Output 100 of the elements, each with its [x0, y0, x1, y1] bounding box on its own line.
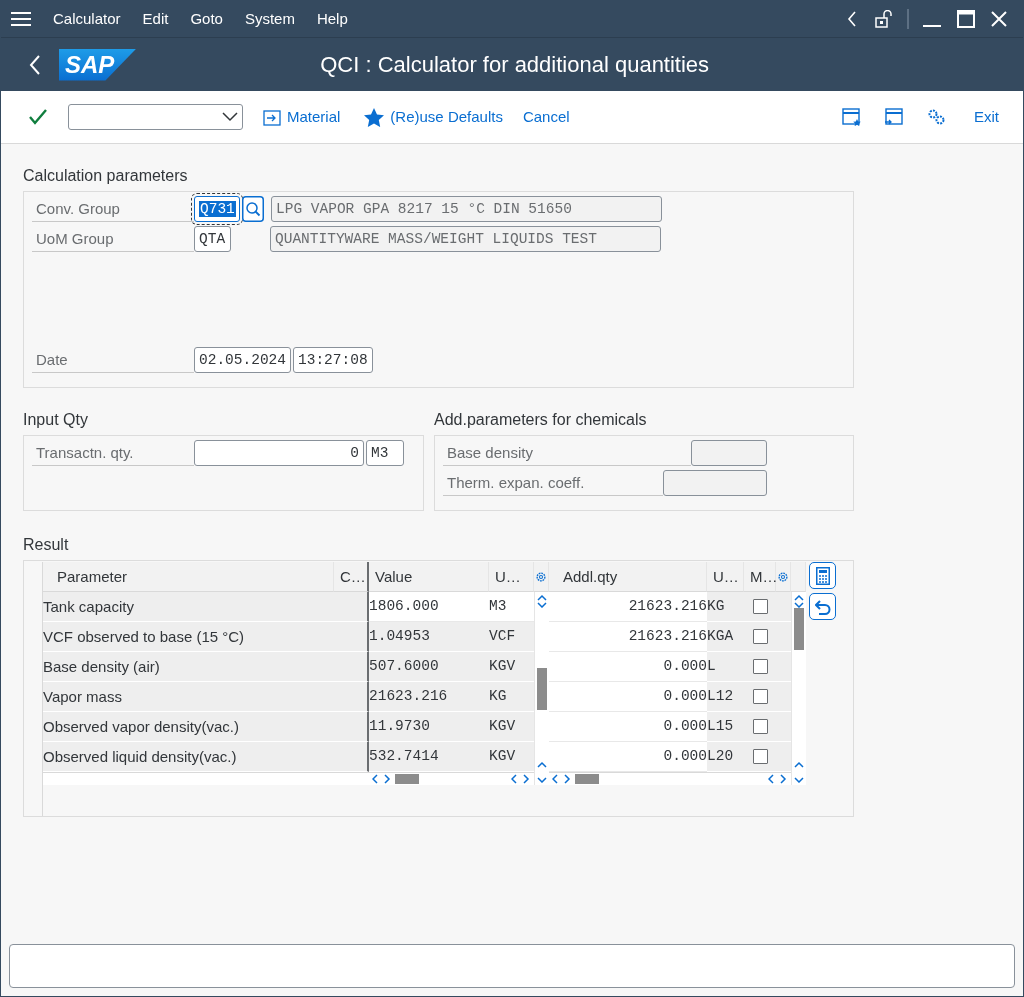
date-field[interactable]: 02.05.2024: [194, 347, 291, 373]
dropdown-icon[interactable]: [222, 112, 238, 122]
undo-icon: [814, 598, 831, 615]
maximize-icon[interactable]: [957, 10, 975, 28]
section-title: Input Qty: [23, 410, 89, 430]
menu-item[interactable]: Help: [316, 7, 348, 31]
settings-icon[interactable]: [926, 108, 946, 126]
table-cell: 507.6000: [369, 652, 489, 682]
column-header[interactable]: U…: [489, 562, 534, 592]
scroll-down-icon[interactable]: [537, 761, 547, 783]
check-icon[interactable]: [28, 108, 48, 126]
column-header[interactable]: C…: [334, 562, 369, 592]
table-cell[interactable]: 1806.000: [369, 592, 489, 622]
table-cell: Vapor mass: [43, 682, 334, 712]
divider-line: [907, 9, 909, 29]
column-header[interactable]: Addl.qty: [549, 562, 707, 592]
checkbox[interactable]: [752, 599, 768, 614]
column-header[interactable]: M…: [744, 562, 776, 592]
scroll-up-icon[interactable]: [794, 594, 804, 608]
scroll-up-icon[interactable]: [537, 594, 547, 608]
table-cell: KGV: [489, 742, 534, 772]
table-cell: 21623.216: [549, 592, 707, 622]
table-cell: KGV: [489, 712, 534, 742]
scrollbar-thumb[interactable]: [575, 774, 599, 784]
scroll-right-icon[interactable]: [768, 774, 788, 784]
star-icon: [364, 107, 385, 127]
table-cell: 532.7414: [369, 742, 489, 772]
description-field: QUANTITYWARE MASS/WEIGHT LIQUIDS TEST: [270, 226, 661, 252]
table-cell: VCF observed to base (15 °C): [43, 622, 334, 652]
table-cell: KG: [489, 682, 534, 712]
scroll-left-icon[interactable]: [372, 774, 392, 784]
input-field[interactable]: [691, 440, 767, 466]
command-field[interactable]: [68, 104, 243, 130]
scrollbar-thumb[interactable]: [537, 668, 547, 710]
table-cell: Base density (air): [43, 652, 334, 682]
quantity-field[interactable]: 0: [194, 440, 364, 466]
table-cell: 0.000: [549, 742, 707, 772]
menu-item[interactable]: Goto: [190, 7, 223, 31]
material-button[interactable]: Material: [257, 101, 347, 133]
table-cell: 0.000: [549, 652, 707, 682]
table-cell: Observed liquid density(vac.): [43, 742, 334, 772]
checkbox[interactable]: [752, 659, 768, 674]
description-field: LPG VAPOR GPA 8217 15 °C DIN 51650: [271, 196, 662, 222]
defaults-button[interactable]: (Re)use Defaults: [358, 101, 509, 133]
menu-item[interactable]: Calculator: [53, 7, 121, 31]
horizontal-scrollbar[interactable]: [369, 772, 534, 785]
table-cell: 21623.216: [369, 682, 489, 712]
cancel-button[interactable]: Cancel: [516, 101, 576, 133]
code-field[interactable]: Q731: [194, 196, 240, 222]
section-title: Result: [23, 535, 70, 555]
vertical-scrollbar[interactable]: [534, 592, 549, 785]
field-label: Therm. expan. coeff.: [443, 470, 663, 496]
unit-field[interactable]: M3: [366, 440, 404, 466]
time-field[interactable]: 13:27:08: [293, 347, 373, 373]
table-cell: L20: [707, 742, 744, 772]
logo: SAP: [59, 48, 137, 81]
table-cell: KGV: [489, 652, 534, 682]
scroll-down-icon[interactable]: [794, 761, 804, 783]
table-cell: Tank capacity: [43, 592, 334, 622]
window-title: QCI : Calculator for additional quantities: [319, 51, 711, 79]
menu-item[interactable]: System: [244, 7, 295, 31]
column-header[interactable]: U…: [707, 562, 744, 592]
column-header[interactable]: Parameter: [43, 562, 334, 592]
column-header[interactable]: Value: [369, 562, 489, 592]
table-cell: 1.04953: [369, 622, 489, 652]
checkbox[interactable]: [752, 689, 768, 704]
table-cell: 11.9730: [369, 712, 489, 742]
scroll-left-icon[interactable]: [552, 774, 572, 784]
table-cell: Observed vapor density(vac.): [43, 712, 334, 742]
back-icon[interactable]: [29, 54, 41, 75]
checkbox[interactable]: [752, 749, 768, 764]
code-field[interactable]: QTA: [194, 226, 231, 252]
back-icon[interactable]: [847, 11, 857, 27]
settings-icon[interactable]: [777, 569, 789, 584]
input-field[interactable]: [663, 470, 767, 496]
calculator-button[interactable]: [809, 562, 836, 589]
lock-icon[interactable]: [875, 10, 893, 28]
field-label: Base density: [443, 440, 691, 466]
scrollbar-thumb[interactable]: [794, 608, 804, 650]
settings-icon[interactable]: [535, 569, 547, 584]
checkbox[interactable]: [752, 629, 768, 644]
table-cell: VCF: [489, 622, 534, 652]
menu-item[interactable]: Edit: [142, 7, 169, 31]
table-cell: L12: [707, 682, 744, 712]
table-cell: KGA: [707, 622, 744, 652]
vertical-scrollbar[interactable]: [791, 592, 806, 785]
horizontal-scrollbar[interactable]: [549, 772, 791, 785]
table-cell: KG: [707, 592, 744, 622]
table-cell: 21623.216: [549, 622, 707, 652]
scrollbar-thumb[interactable]: [395, 774, 419, 784]
close-icon[interactable]: [991, 11, 1007, 27]
scroll-right-icon[interactable]: [511, 774, 531, 784]
undo-button[interactable]: [809, 593, 836, 620]
checkbox[interactable]: [752, 719, 768, 734]
search-icon[interactable]: [242, 196, 264, 222]
table-cell: 0.000: [549, 682, 707, 712]
table-cell: 0.000: [549, 712, 707, 742]
exit-button[interactable]: Exit: [968, 101, 1005, 133]
menu-icon[interactable]: [11, 11, 31, 27]
table-cell: M3: [489, 592, 534, 622]
